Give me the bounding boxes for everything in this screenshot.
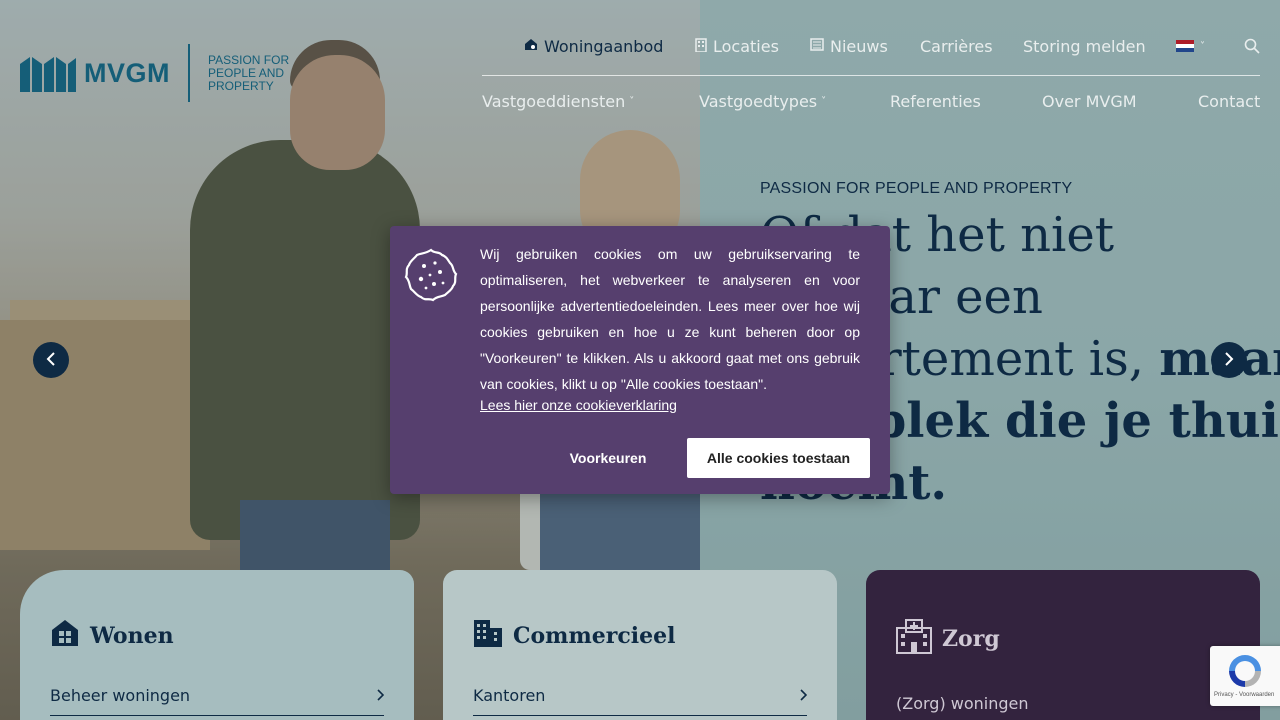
topnav-label: Nieuws (830, 37, 888, 56)
card-title-text: Zorg (942, 626, 1000, 652)
card-link-label: Beheer woningen (50, 686, 191, 705)
nav-vastgoedtypes[interactable]: Vastgoedtypes ˅ (699, 92, 826, 111)
slider-next-button[interactable] (1211, 342, 1247, 378)
accept-all-cookies-button[interactable]: Alle cookies toestaan (687, 438, 870, 478)
card-link-label: Kantoren (473, 686, 546, 705)
newspaper-icon (810, 38, 824, 55)
logo-tagline: PASSION FOR PEOPLE AND PROPERTY (208, 52, 290, 93)
cookie-policy-link[interactable]: Lees hier onze cookieverklaring (480, 397, 677, 413)
card-zorg: Zorg (Zorg) woningen (866, 570, 1260, 720)
card-title: Zorg (896, 618, 1230, 660)
card-commercieel: Commercieel Kantoren (443, 570, 837, 720)
chevron-down-icon: ˅ (821, 96, 827, 107)
logo-wordmark: MVGM (84, 57, 170, 88)
card-title-text: Wonen (90, 623, 174, 649)
house-search-icon (524, 38, 538, 55)
nav-vastgoeddiensten[interactable]: Vastgoeddiensten ˅ (482, 92, 634, 111)
recaptcha-links[interactable]: Privacy - Voorwaarden (1214, 692, 1274, 698)
building-icon (695, 37, 707, 56)
card-link-zorg-woningen[interactable]: (Zorg) woningen (896, 694, 1230, 720)
topnav-nieuws[interactable]: Nieuws (810, 37, 888, 56)
logo-mark-icon (20, 54, 76, 92)
nav-contact[interactable]: Contact (1198, 92, 1260, 111)
card-title: Wonen (50, 618, 384, 654)
topnav-label: Locaties (713, 37, 779, 56)
nav-label: Over MVGM (1042, 92, 1137, 111)
logo[interactable]: MVGM PASSION FOR PEOPLE AND PROPERTY (20, 44, 298, 102)
card-link-label: (Zorg) woningen (896, 694, 1029, 713)
topnav-woningaanbod[interactable]: Woningaanbod (524, 37, 663, 56)
nl-flag-icon (1176, 40, 1194, 52)
slider-prev-button[interactable] (33, 342, 69, 378)
nav-label: Contact (1198, 92, 1261, 111)
language-selector[interactable]: ˅ (1176, 40, 1205, 52)
card-title-text: Commercieel (513, 623, 676, 649)
topnav-label: Woningaanbod (544, 37, 664, 56)
hero-eyebrow: PASSION FOR PEOPLE AND PROPERTY (760, 180, 1073, 197)
card-link-beheer-woningen[interactable]: Beheer woningen (50, 686, 385, 716)
search-icon (1244, 38, 1260, 58)
logo-divider (188, 44, 190, 102)
topnav-storing-melden[interactable]: Storing melden (1023, 37, 1146, 56)
chevron-down-icon: ˅ (1200, 40, 1205, 52)
topnav-label: Storing melden (1023, 37, 1146, 56)
chevron-down-icon: ˅ (629, 96, 635, 107)
recaptcha-icon (1226, 652, 1264, 690)
cookie-icon (404, 248, 458, 302)
topnav-label: Carrières (920, 37, 993, 56)
hospital-icon (896, 618, 932, 660)
card-link-kantoren[interactable]: Kantoren (473, 686, 808, 716)
card-title: Commercieel (473, 618, 807, 654)
topnav-locaties[interactable]: Locaties (695, 37, 779, 56)
nav-referenties[interactable]: Referenties (890, 92, 981, 111)
card-wonen: Wonen Beheer woningen (20, 570, 414, 720)
recaptcha-badge[interactable]: Privacy - Voorwaarden (1210, 646, 1280, 706)
search-button[interactable] (1244, 38, 1260, 58)
chevron-right-icon (376, 686, 385, 705)
cookie-banner: Wij gebruiken cookies om uw gebruikserva… (390, 226, 890, 494)
main-navigation: Vastgoeddiensten ˅ Vastgoedtypes ˅ Refer… (482, 92, 1260, 116)
cookie-preferences-button[interactable]: Voorkeuren (556, 438, 660, 478)
nav-label: Vastgoedtypes (699, 92, 818, 111)
office-buildings-icon (473, 618, 503, 654)
topnav-carrieres[interactable]: Carrières (920, 37, 993, 56)
nav-label: Referenties (890, 92, 981, 111)
chevron-right-icon (799, 686, 808, 705)
cookie-message: Wij gebruiken cookies om uw gebruikserva… (480, 246, 860, 392)
top-navigation: Woningaanbod Locaties Nieuws Carrières S… (482, 30, 1260, 76)
chevron-right-icon (1223, 348, 1235, 372)
nav-over-mvgm[interactable]: Over MVGM (1042, 92, 1137, 111)
nav-label: Vastgoeddiensten (482, 92, 626, 111)
chevron-left-icon (45, 348, 57, 372)
house-icon (50, 618, 80, 654)
